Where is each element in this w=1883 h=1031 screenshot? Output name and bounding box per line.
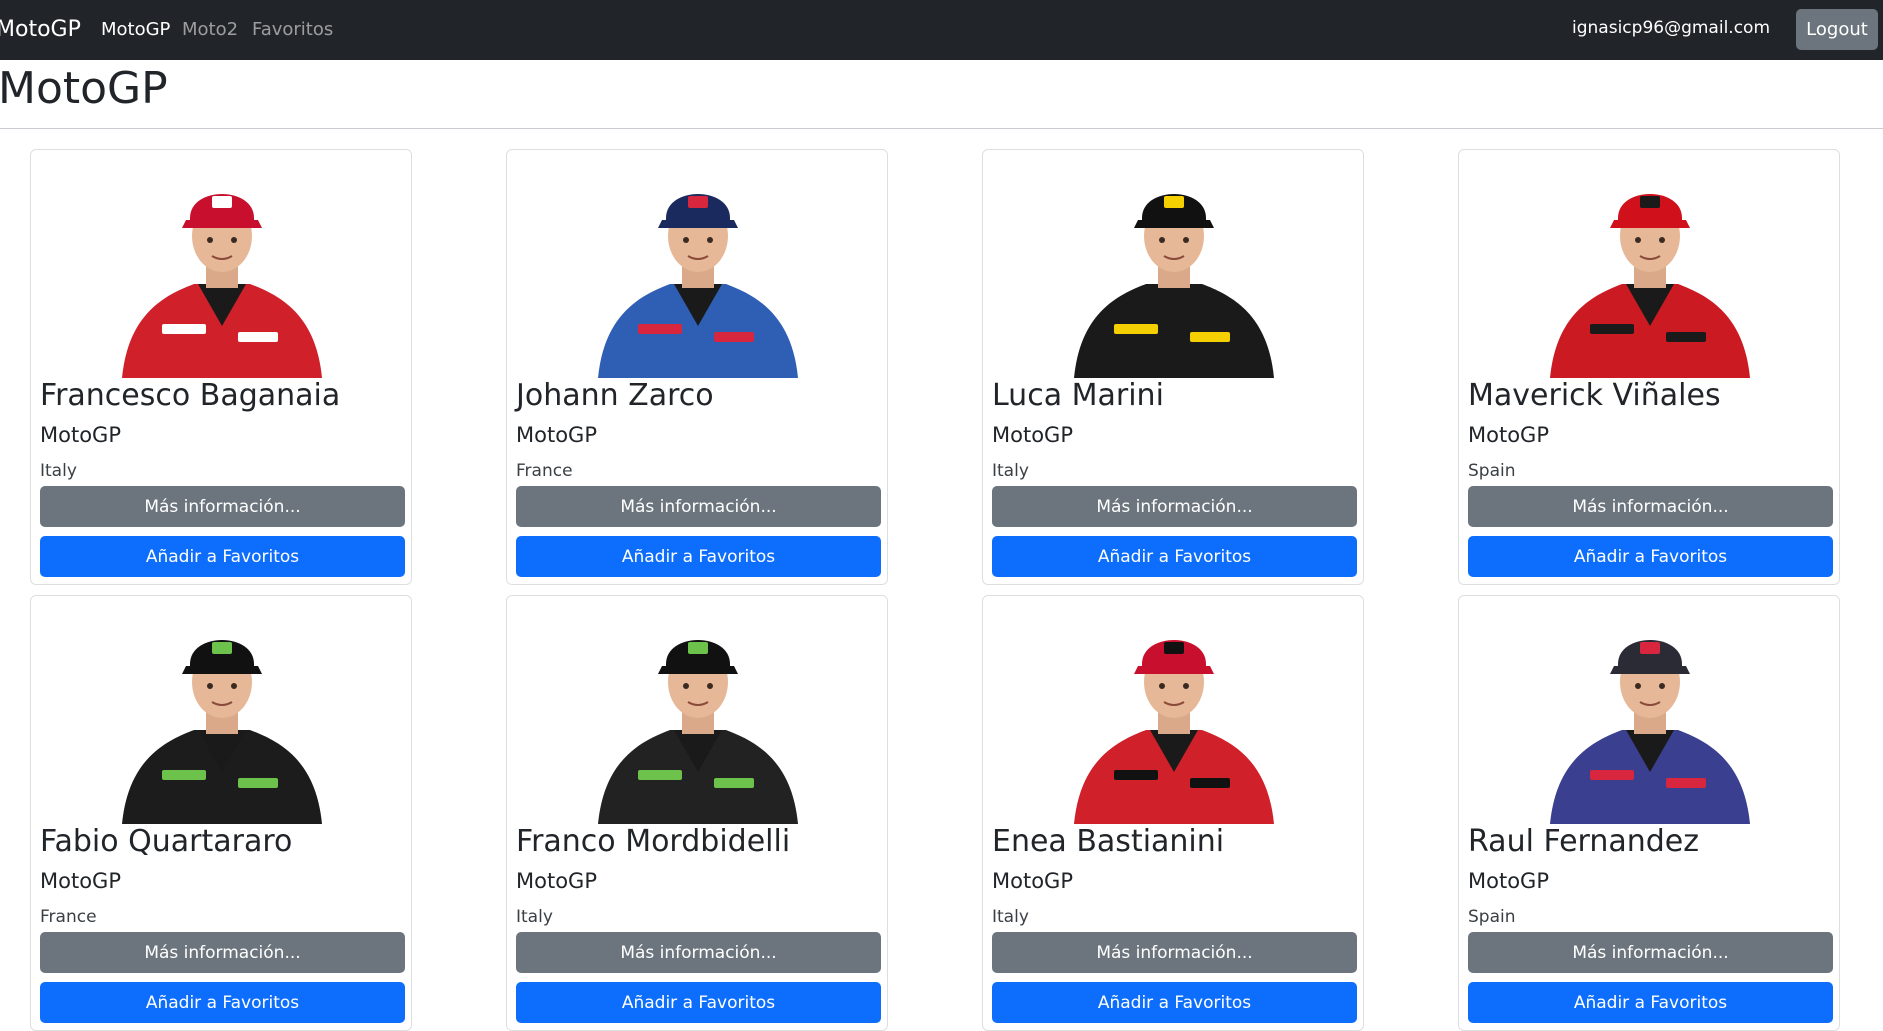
more-info-button[interactable]: Más información... — [40, 486, 405, 527]
add-favorite-button[interactable]: Añadir a Favoritos — [516, 982, 881, 1023]
rider-category: MotoGP — [40, 423, 121, 447]
add-favorite-button[interactable]: Añadir a Favoritos — [992, 536, 1357, 577]
rider-country: Italy — [992, 907, 1029, 927]
rider-country: Italy — [992, 461, 1029, 481]
rider-portrait-icon — [122, 194, 322, 378]
rider-card: Maverick Viñales MotoGP Spain Más inform… — [1458, 149, 1840, 585]
header-divider — [0, 128, 1883, 129]
rider-card: Johann Zarco MotoGP France Más informaci… — [506, 149, 888, 585]
rider-country: Italy — [516, 907, 553, 927]
rider-photo — [984, 602, 1363, 824]
rider-photo — [1460, 602, 1839, 824]
rider-portrait-icon — [1550, 640, 1750, 824]
rider-name: Maverick Viñales — [1468, 378, 1721, 413]
add-favorite-button[interactable]: Añadir a Favoritos — [1468, 536, 1833, 577]
more-info-button[interactable]: Más información... — [1468, 486, 1833, 527]
rider-card: Luca Marini MotoGP Italy Más información… — [982, 149, 1364, 585]
rider-photo — [508, 602, 887, 824]
rider-country: Spain — [1468, 907, 1516, 927]
navbar-brand[interactable]: MotoGP — [0, 17, 81, 43]
add-favorite-button[interactable]: Añadir a Favoritos — [516, 536, 881, 577]
logout-button[interactable]: Logout — [1796, 9, 1878, 50]
rider-photo — [32, 602, 411, 824]
rider-photo — [1460, 156, 1839, 378]
add-favorite-button[interactable]: Añadir a Favoritos — [40, 536, 405, 577]
add-favorite-button[interactable]: Añadir a Favoritos — [1468, 982, 1833, 1023]
rider-name: Franco Mordbidelli — [516, 824, 791, 859]
more-info-button[interactable]: Más información... — [992, 486, 1357, 527]
rider-photo — [984, 156, 1363, 378]
rider-card: Fabio Quartararo MotoGP France Más infor… — [30, 595, 412, 1031]
add-favorite-button[interactable]: Añadir a Favoritos — [992, 982, 1357, 1023]
nav-link-motogp[interactable]: MotoGP — [101, 19, 170, 41]
more-info-button[interactable]: Más información... — [516, 486, 881, 527]
rider-category: MotoGP — [1468, 423, 1549, 447]
rider-card: Enea Bastianini MotoGP Italy Más informa… — [982, 595, 1364, 1031]
rider-portrait-icon — [122, 640, 322, 824]
rider-portrait-icon — [1074, 640, 1274, 824]
rider-country: Spain — [1468, 461, 1516, 481]
rider-country: France — [516, 461, 573, 481]
rider-name: Johann Zarco — [516, 378, 714, 413]
rider-portrait-icon — [1074, 194, 1274, 378]
rider-name: Francesco Baganaia — [40, 378, 341, 413]
rider-card: Franco Mordbidelli MotoGP Italy Más info… — [506, 595, 888, 1031]
page-title: MotoGP — [0, 63, 168, 114]
rider-name: Luca Marini — [992, 378, 1164, 413]
more-info-button[interactable]: Más información... — [40, 932, 405, 973]
rider-portrait-icon — [598, 640, 798, 824]
more-info-button[interactable]: Más información... — [992, 932, 1357, 973]
rider-country: Italy — [40, 461, 77, 481]
rider-photo — [32, 156, 411, 378]
rider-category: MotoGP — [516, 869, 597, 893]
add-favorite-button[interactable]: Añadir a Favoritos — [40, 982, 405, 1023]
top-navbar: MotoGP MotoGP Moto2 Favoritos ignasicp96… — [0, 0, 1883, 60]
rider-name: Fabio Quartararo — [40, 824, 293, 859]
rider-card: Raul Fernandez MotoGP Spain Más informac… — [1458, 595, 1840, 1031]
nav-link-moto2[interactable]: Moto2 — [182, 19, 238, 41]
rider-category: MotoGP — [40, 869, 121, 893]
rider-name: Raul Fernandez — [1468, 824, 1699, 859]
rider-category: MotoGP — [992, 423, 1073, 447]
rider-card: Francesco Baganaia MotoGP Italy Más info… — [30, 149, 412, 585]
rider-portrait-icon — [1550, 194, 1750, 378]
rider-country: France — [40, 907, 97, 927]
nav-link-favoritos[interactable]: Favoritos — [252, 19, 333, 41]
more-info-button[interactable]: Más información... — [516, 932, 881, 973]
user-email: ignasicp96@gmail.com — [1572, 18, 1770, 38]
rider-category: MotoGP — [1468, 869, 1549, 893]
rider-photo — [508, 156, 887, 378]
more-info-button[interactable]: Más información... — [1468, 932, 1833, 973]
rider-name: Enea Bastianini — [992, 824, 1225, 859]
rider-category: MotoGP — [516, 423, 597, 447]
rider-category: MotoGP — [992, 869, 1073, 893]
rider-portrait-icon — [598, 194, 798, 378]
